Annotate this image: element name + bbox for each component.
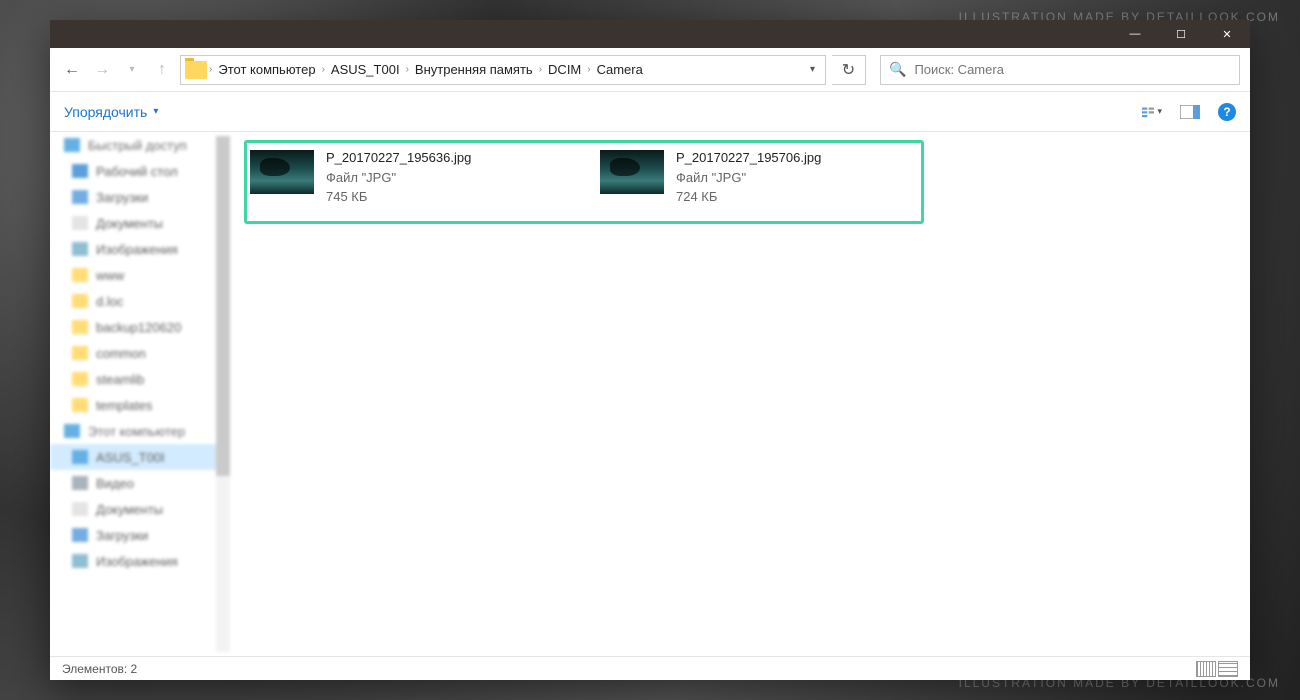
chevron-right-icon: › xyxy=(537,64,544,75)
crumb-device[interactable]: ASUS_T00I xyxy=(327,62,404,77)
chevron-right-icon: › xyxy=(585,64,592,75)
search-box[interactable]: 🔍 xyxy=(880,55,1240,85)
sidebar-item-label: templates xyxy=(96,398,152,413)
breadcrumb[interactable]: › Этот компьютер › ASUS_T00I › Внутрення… xyxy=(180,55,826,85)
sidebar-item-icon xyxy=(72,216,88,230)
chevron-right-icon: › xyxy=(404,64,411,75)
sidebar-item-label: Этот компьютер xyxy=(88,424,185,439)
sidebar-item[interactable]: Документы xyxy=(50,210,230,236)
crumb-this-pc[interactable]: Этот компьютер xyxy=(214,62,319,77)
up-button[interactable]: ↑ xyxy=(150,58,174,82)
search-input[interactable] xyxy=(914,62,1231,77)
sidebar-item[interactable]: Этот компьютер xyxy=(50,418,230,444)
body: Быстрый доступ Рабочий стол Загрузки Докуме… xyxy=(50,132,1250,656)
sidebar-item-icon xyxy=(64,138,80,152)
sidebar-item-icon xyxy=(64,424,80,438)
sidebar-item[interactable]: Видео xyxy=(50,470,230,496)
status-bar: Элементов: 2 xyxy=(50,656,1250,680)
sidebar-item-label: Документы xyxy=(96,502,163,517)
sidebar-item-icon xyxy=(72,268,88,282)
minimize-button[interactable]: — xyxy=(1112,20,1158,48)
sidebar-item-icon xyxy=(72,398,88,412)
chevron-right-icon: › xyxy=(320,64,327,75)
chevron-down-icon: ▾ xyxy=(153,106,158,117)
sidebar-item[interactable]: Изображения xyxy=(50,236,230,262)
sidebar-item-icon xyxy=(72,242,88,256)
sidebar-item-label: common xyxy=(96,346,146,361)
view-options-button[interactable]: ▾ xyxy=(1142,102,1162,122)
sidebar-item[interactable]: Загрузки xyxy=(50,184,230,210)
sidebar-item[interactable]: steamlib xyxy=(50,366,230,392)
sidebar-item[interactable]: Быстрый доступ xyxy=(50,132,230,158)
help-button[interactable]: ? xyxy=(1218,103,1236,121)
toolbar: Упорядочить ▾ ▾ ? xyxy=(50,92,1250,132)
close-button[interactable]: ✕ xyxy=(1204,20,1250,48)
folder-icon xyxy=(185,61,207,79)
sidebar-item[interactable]: www xyxy=(50,262,230,288)
explorer-window: — ☐ ✕ ← → ▾ ↑ › Этот компьютер › ASUS_T0… xyxy=(50,20,1250,680)
sidebar-item[interactable]: Изображения xyxy=(50,548,230,574)
crumb-dcim[interactable]: DCIM xyxy=(544,62,585,77)
sidebar-item[interactable]: common xyxy=(50,340,230,366)
organize-label: Упорядочить xyxy=(64,104,147,120)
maximize-button[interactable]: ☐ xyxy=(1158,20,1204,48)
crumb-storage[interactable]: Внутренняя память xyxy=(411,62,537,77)
recent-dropdown[interactable]: ▾ xyxy=(120,58,144,82)
sidebar-item-icon xyxy=(72,190,88,204)
sidebar-item-label: steamlib xyxy=(96,372,144,387)
chevron-right-icon: › xyxy=(207,64,214,75)
sidebar-scrollbar-thumb[interactable] xyxy=(216,136,230,476)
forward-button[interactable]: → xyxy=(90,58,114,82)
file-thumbnail xyxy=(600,150,664,194)
selection-highlight xyxy=(244,140,924,224)
sidebar-item[interactable]: Рабочий стол xyxy=(50,158,230,184)
sidebar-item-icon xyxy=(72,554,88,568)
sidebar-item-label: ASUS_T00I xyxy=(96,450,165,465)
sidebar-item-icon xyxy=(72,164,88,178)
sidebar-item[interactable]: Документы xyxy=(50,496,230,522)
sidebar-item-icon xyxy=(72,476,88,490)
sidebar-item-icon xyxy=(72,528,88,542)
sidebar-item[interactable]: templates xyxy=(50,392,230,418)
sidebar-item-label: Рабочий стол xyxy=(96,164,178,179)
breadcrumb-dropdown[interactable]: ▾ xyxy=(804,64,821,75)
sidebar-item-icon xyxy=(72,372,88,386)
preview-pane-button[interactable] xyxy=(1180,102,1200,122)
sidebar-item-label: Загрузки xyxy=(96,190,148,205)
layout-details-button[interactable] xyxy=(1196,661,1216,677)
sidebar-item[interactable]: Загрузки xyxy=(50,522,230,548)
sidebar-item-label: d.loc xyxy=(96,294,123,309)
sidebar-item-label: Изображения xyxy=(96,242,178,257)
sidebar-item-label: www xyxy=(96,268,124,283)
crumb-camera[interactable]: Camera xyxy=(593,62,647,77)
sidebar-item-icon xyxy=(72,320,88,334)
sidebar-item-icon xyxy=(72,450,88,464)
sidebar-item-label: Документы xyxy=(96,216,163,231)
sidebar-item-label: Быстрый доступ xyxy=(88,138,187,153)
sidebar-item-icon xyxy=(72,346,88,360)
sidebar-item-label: Загрузки xyxy=(96,528,148,543)
sidebar-item-icon xyxy=(72,502,88,516)
refresh-button[interactable]: ↻ xyxy=(832,55,866,85)
layout-icons-button[interactable] xyxy=(1218,661,1238,677)
search-icon: 🔍 xyxy=(889,61,906,78)
sidebar-item-label: Изображения xyxy=(96,554,178,569)
sidebar: Быстрый доступ Рабочий стол Загрузки Докуме… xyxy=(50,132,230,656)
titlebar: — ☐ ✕ xyxy=(50,20,1250,48)
file-thumbnail xyxy=(250,150,314,194)
file-pane[interactable]: P_20170227_195636.jpgФайл "JPG"745 КБP_2… xyxy=(230,132,1250,656)
back-button[interactable]: ← xyxy=(60,58,84,82)
address-bar: ← → ▾ ↑ › Этот компьютер › ASUS_T00I › В… xyxy=(50,48,1250,92)
sidebar-item-icon xyxy=(72,294,88,308)
item-count: Элементов: 2 xyxy=(62,662,137,676)
sidebar-item[interactable]: d.loc xyxy=(50,288,230,314)
sidebar-item[interactable]: backup120620 xyxy=(50,314,230,340)
sidebar-item-label: Видео xyxy=(96,476,134,491)
organize-menu[interactable]: Упорядочить ▾ xyxy=(64,104,158,120)
sidebar-item[interactable]: ASUS_T00I xyxy=(50,444,230,470)
sidebar-item-label: backup120620 xyxy=(96,320,181,335)
